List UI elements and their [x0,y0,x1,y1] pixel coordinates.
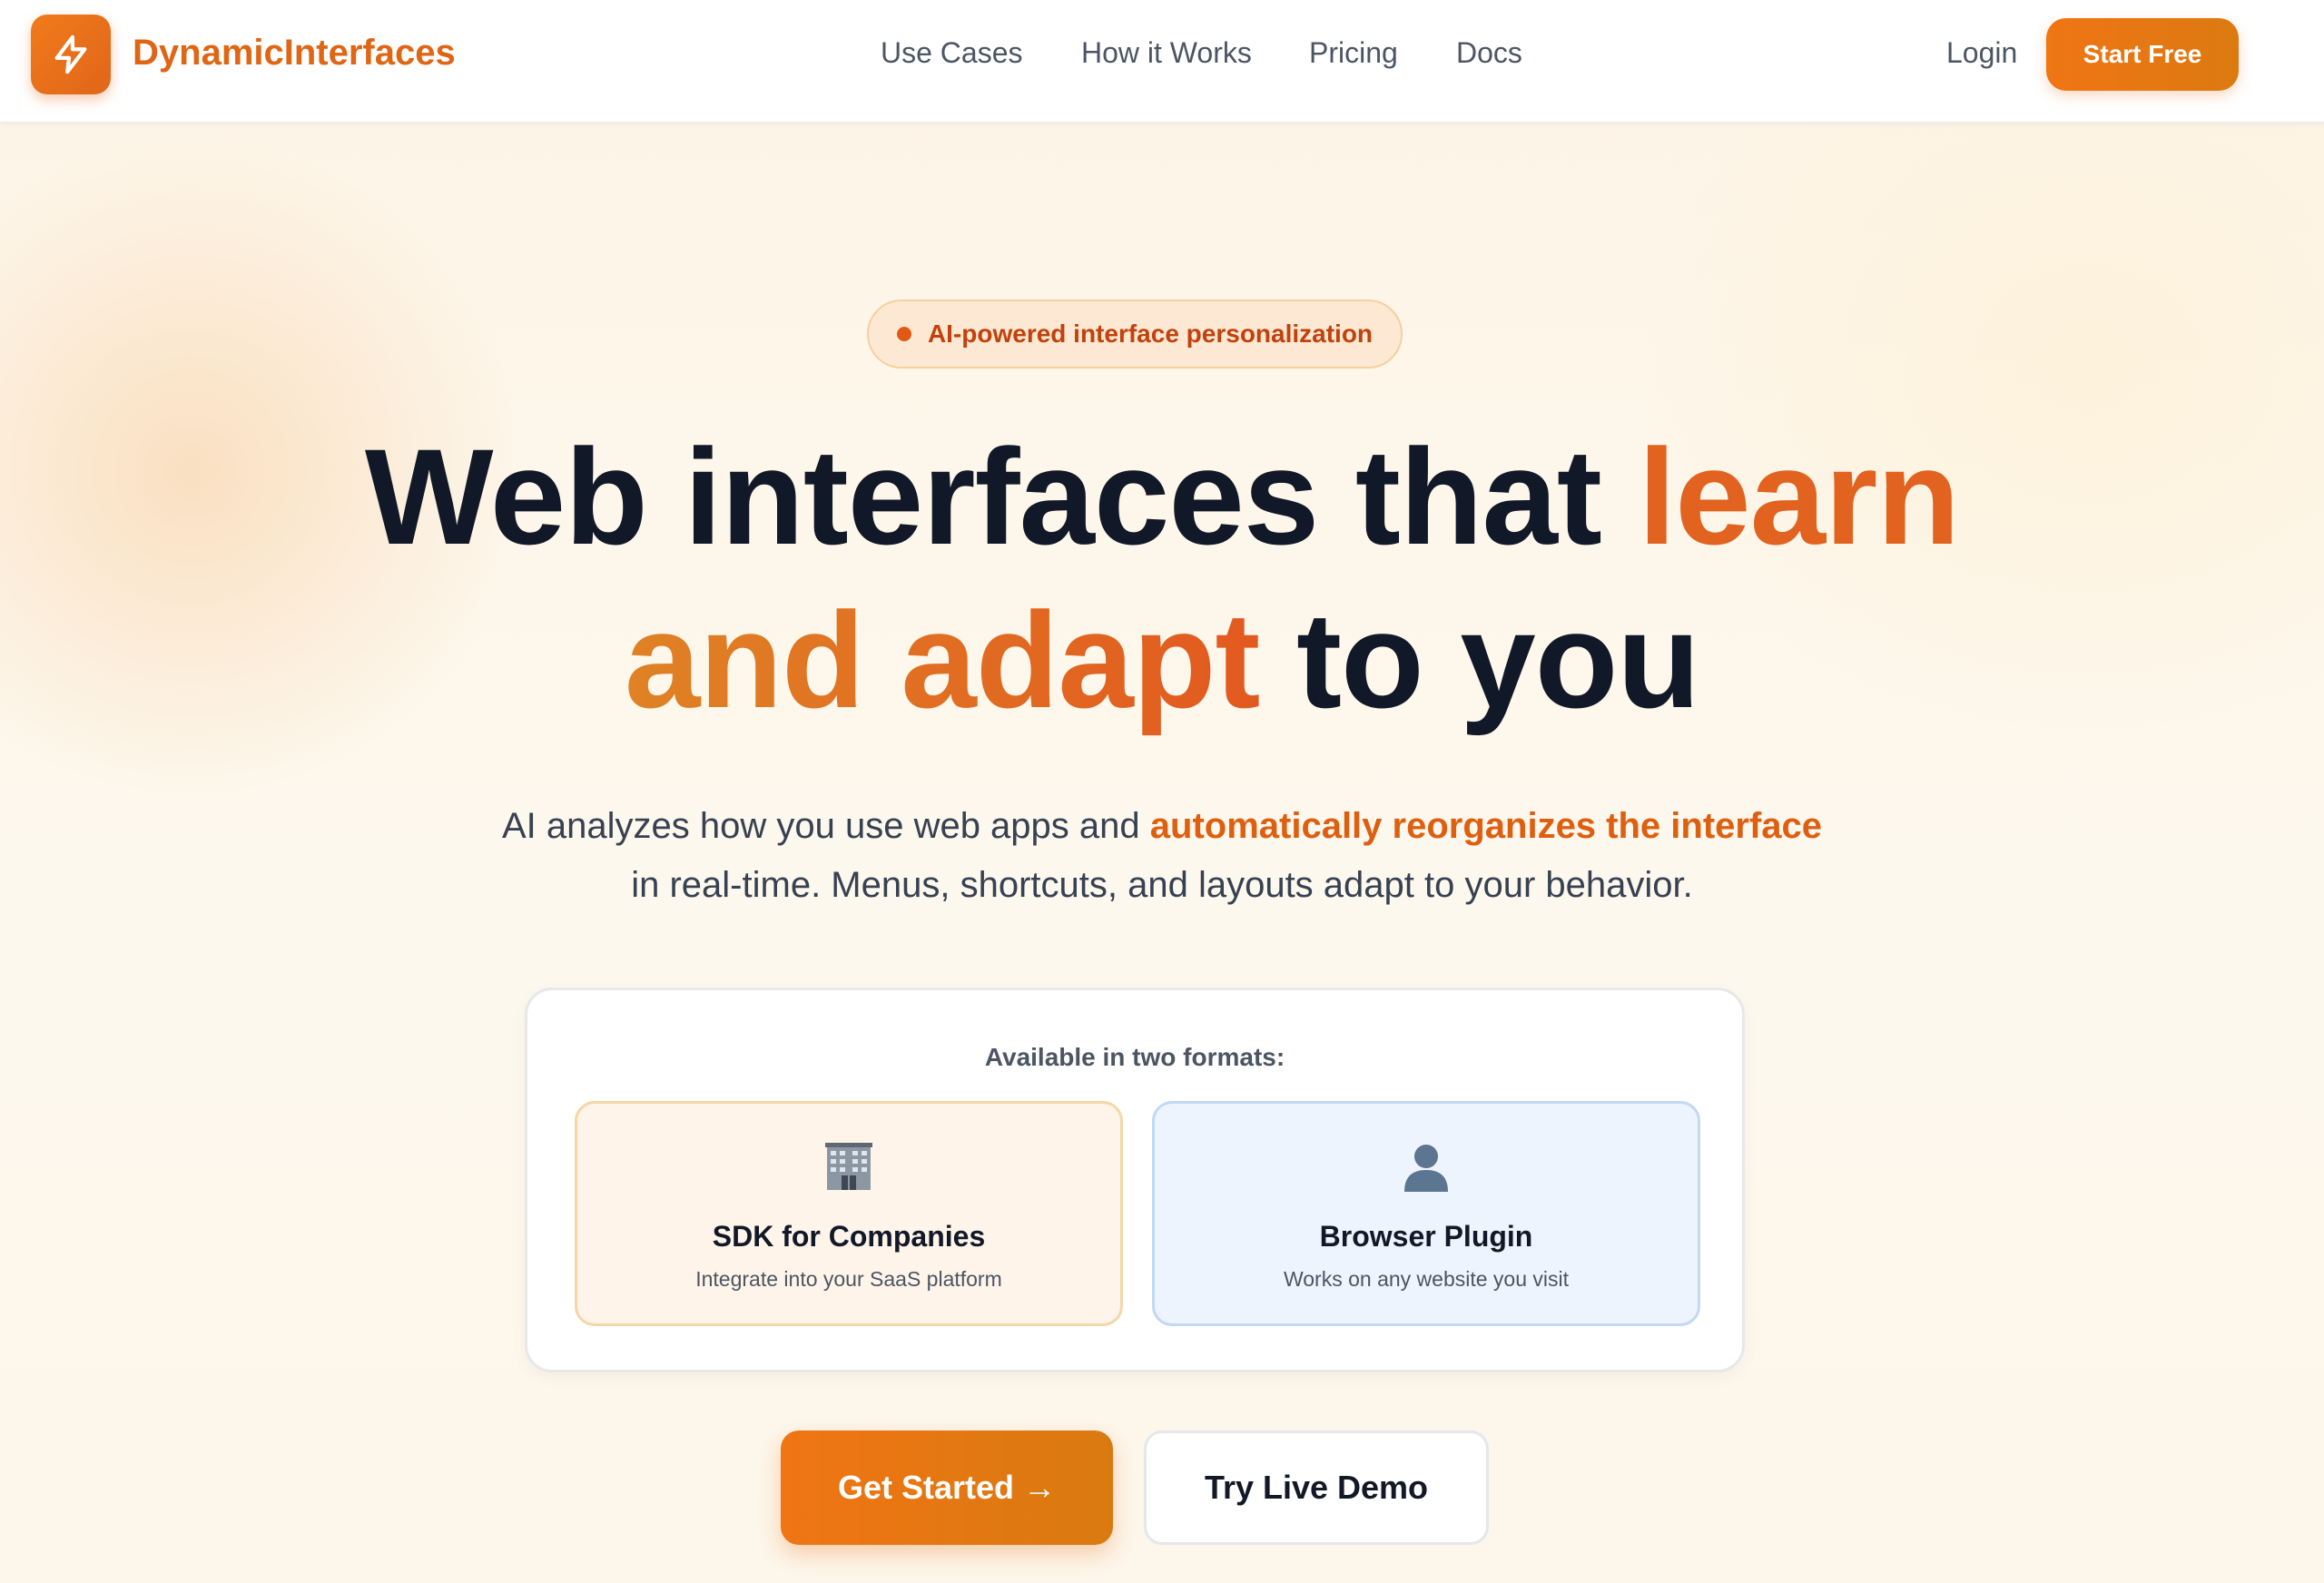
hero-headline-line1: Web interfaces that learn [0,428,2324,565]
subtitle-highlight: automatically reorganizes the interface [1149,806,1823,846]
format-card-plugin[interactable]: Browser Plugin Works on any website you … [1152,1101,1700,1326]
top-navigation: DynamicInterfaces Use Cases How it Works… [0,0,2324,123]
hero-headline-line2: and adapt to you [0,592,2324,728]
login-link[interactable]: Login [1946,36,2017,70]
nav-link-pricing[interactable]: Pricing [1309,36,1398,70]
badge-label: AI-powered interface personalization [927,320,1374,348]
format-card-description: Works on any website you visit [1283,1267,1570,1291]
format-card-sdk[interactable]: SDK for Companies Integrate into your Sa… [575,1101,1123,1326]
hero-subtitle-line2: in real-time. Menus, shortcuts, and layo… [631,865,1693,905]
format-card-description: Integrate into your SaaS platform [695,1267,1002,1291]
nav-link-use-cases[interactable]: Use Cases [881,36,1023,70]
subtitle-part1: AI analyzes how you use web apps and [501,806,1150,846]
nav-link-how-it-works[interactable]: How it Works [1081,36,1252,70]
headline-accent-learn: learn [1638,420,1961,573]
formats-title: Available in two formats: [984,1043,1285,1071]
try-live-demo-button[interactable]: Try Live Demo [1144,1431,1489,1545]
headline-accent-adapt: and adapt [624,584,1260,736]
hero-subtitle-line1: AI analyzes how you use web apps and aut… [0,808,2324,844]
hero-section: AI-powered interface personalization Web… [0,0,2324,1583]
office-building-icon [825,1143,872,1190]
format-card-title: SDK for Companies [712,1220,986,1253]
get-started-button[interactable]: Get Started → [781,1431,1113,1545]
nav-link-docs[interactable]: Docs [1456,36,1522,70]
user-silhouette-icon [1404,1145,1448,1192]
start-free-button[interactable]: Start Free [2046,18,2239,91]
badge-dot-icon [896,327,911,341]
headline-prefix: Web interfaces that [364,420,1639,573]
format-card-title: Browser Plugin [1319,1220,1533,1253]
headline-suffix: to you [1259,584,1700,736]
hero-badge: AI-powered interface personalization [867,300,1403,369]
formats-panel: Available in two formats: SDK for Compan… [525,988,1745,1372]
